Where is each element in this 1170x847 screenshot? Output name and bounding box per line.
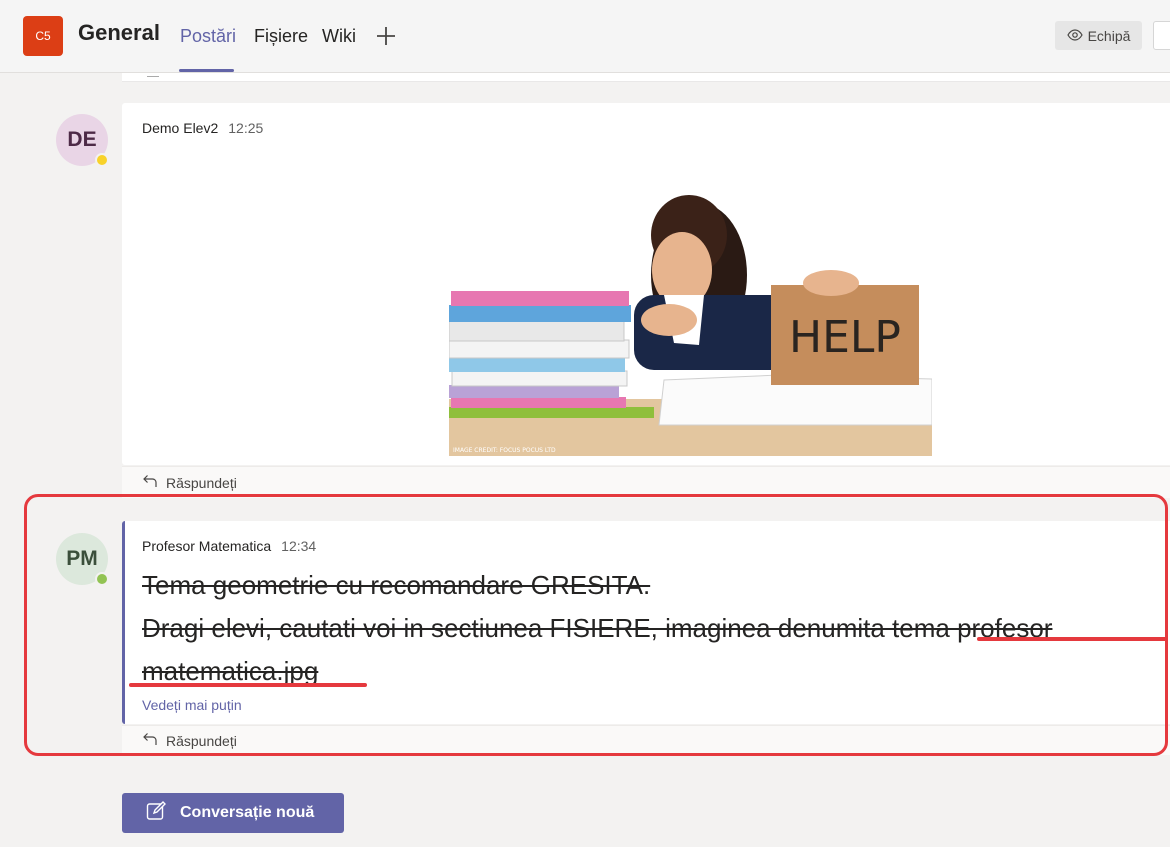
svg-text:HELP: HELP <box>789 312 901 363</box>
new-conversation-button[interactable]: Conversație nouă <box>122 793 344 833</box>
channel-header: C5 General Postări Fișiere Wiki Echipă <box>0 0 1170 73</box>
tab-wiki[interactable]: Wiki <box>322 26 356 47</box>
svg-text:IMAGE CREDIT: FOCUS POCUS LTD: IMAGE CREDIT: FOCUS POCUS LTD <box>453 447 556 454</box>
channel-title: General <box>78 20 160 45</box>
team-avatar[interactable]: C5 <box>23 16 63 56</box>
annotation-underline <box>129 683 367 687</box>
add-tab-icon[interactable] <box>375 23 397 49</box>
tab-files[interactable]: Fișiere <box>254 26 308 47</box>
reply-label: Răspundeți <box>166 474 237 491</box>
active-tab-indicator <box>179 69 234 72</box>
previous-message-card <box>122 73 1170 82</box>
more-options-button[interactable] <box>1153 21 1170 50</box>
tab-posts[interactable]: Postări <box>180 26 236 47</box>
presence-away-icon <box>95 153 109 167</box>
message-card: Demo Elev2 12:25 HELP IMAGE CREDIT: FOCU… <box>122 103 1170 465</box>
new-conversation-label: Conversație nouă <box>180 804 315 821</box>
message-author[interactable]: Demo Elev2 <box>142 120 218 136</box>
message-meta: Demo Elev2 12:25 <box>142 120 263 136</box>
team-button[interactable]: Echipă <box>1055 21 1142 50</box>
team-button-label: Echipă <box>1087 27 1131 44</box>
avatar-initials: DE <box>67 128 97 151</box>
eye-icon <box>1066 28 1083 44</box>
reply-icon <box>142 474 158 491</box>
message-image[interactable]: HELP IMAGE CREDIT: FOCUS POCUS LTD <box>449 175 932 456</box>
compose-icon <box>146 800 168 826</box>
annotation-frame <box>24 494 1168 756</box>
message-time: 12:25 <box>228 120 264 136</box>
annotation-underline <box>977 637 1167 641</box>
avatar[interactable]: DE <box>56 114 109 167</box>
